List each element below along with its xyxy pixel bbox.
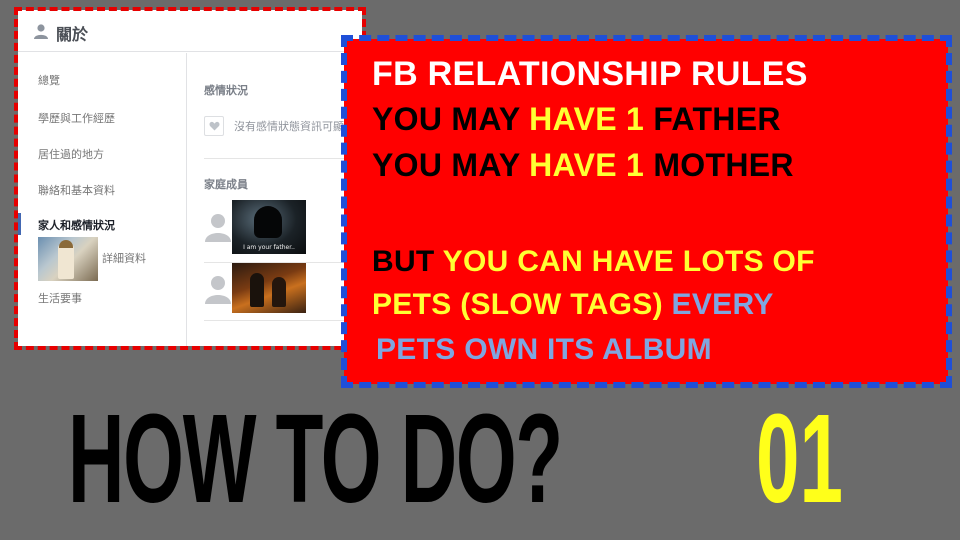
fb-relationship-row: 沒有感情狀態資訊可顯示 bbox=[204, 112, 362, 142]
fb-nav-life-events[interactable]: 生活要事 bbox=[38, 290, 82, 306]
fb-relationship-text: 沒有感情狀態資訊可顯示 bbox=[234, 120, 355, 133]
luke-hair bbox=[59, 240, 73, 248]
rules-heading: FB RELATIONSHIP RULES bbox=[372, 55, 808, 93]
default-avatar-icon bbox=[204, 210, 232, 242]
fb-nav-overview[interactable]: 總覽 bbox=[38, 72, 60, 88]
rule-father-prefix: YOU MAY bbox=[372, 101, 530, 137]
fb-about-title: 關於 bbox=[56, 27, 89, 44]
rule-mother-prefix: YOU MAY bbox=[372, 147, 530, 183]
fb-about-screenshot: 關於 總覽 學歷與工作經歷 居住過的地方 聯絡和基本資料 家人和感情狀況 詳細資… bbox=[18, 10, 362, 346]
luke-skywalker-photo bbox=[38, 237, 98, 281]
rule-father-highlight: HAVE 1 bbox=[529, 101, 645, 137]
fb-relationship-title: 感情狀況 bbox=[204, 84, 248, 97]
rule-pets-lots: YOU CAN HAVE LOTS OF bbox=[442, 245, 815, 278]
darth-vader-photo[interactable]: I am your father.. bbox=[232, 200, 306, 254]
rule-mother-highlight: HAVE 1 bbox=[529, 147, 645, 183]
fb-about-header: 關於 bbox=[18, 10, 362, 52]
fb-separator bbox=[204, 158, 362, 159]
rule-pets-but: BUT bbox=[372, 245, 443, 278]
rule-pets-slow-tags: PETS (SLOW TAGS) bbox=[372, 288, 672, 321]
fb-nav-places-lived[interactable]: 居住過的地方 bbox=[38, 146, 104, 162]
fb-separator bbox=[204, 320, 362, 321]
fb-nav-family-relationships[interactable]: 家人和感情狀況 bbox=[38, 217, 115, 233]
rule-pets-every: EVERY bbox=[671, 288, 774, 321]
rule-mother-suffix: MOTHER bbox=[644, 147, 794, 183]
rule-father-suffix: FATHER bbox=[644, 101, 781, 137]
fb-family-title: 家庭成員 bbox=[204, 178, 248, 191]
rule-pets-album: PETS OWN ITS ALBUM bbox=[376, 333, 712, 366]
vader-helmet bbox=[254, 206, 282, 238]
fb-nav-active-marker bbox=[18, 213, 21, 235]
fb-nav-details[interactable]: 詳細資料 bbox=[102, 250, 146, 266]
fb-column-divider bbox=[186, 53, 187, 346]
default-avatar-icon bbox=[204, 272, 232, 304]
rule-father: YOU MAY HAVE 1 FATHER bbox=[372, 101, 781, 138]
main-title: HOW TO DO? bbox=[68, 388, 563, 529]
vader-caption: I am your father.. bbox=[243, 244, 295, 251]
fb-nav-education-work[interactable]: 學歷與工作經歷 bbox=[38, 110, 115, 126]
rule-mother: YOU MAY HAVE 1 MOTHER bbox=[372, 147, 794, 184]
rule-pets-intro: BUT YOU CAN HAVE LOTS OF bbox=[372, 245, 815, 279]
figure-silhouette bbox=[250, 273, 264, 307]
rules-box: FB RELATIONSHIP RULES YOU MAY HAVE 1 FAT… bbox=[344, 39, 948, 384]
mustafar-photo[interactable] bbox=[232, 263, 306, 313]
figure-silhouette bbox=[272, 277, 286, 307]
person-icon bbox=[34, 24, 48, 39]
episode-number: 01 bbox=[756, 388, 843, 529]
rule-pets-tags: PETS (SLOW TAGS) EVERY bbox=[372, 288, 774, 322]
fb-nav-contact-basic-info[interactable]: 聯絡和基本資料 bbox=[38, 182, 115, 198]
heart-icon bbox=[204, 116, 224, 136]
